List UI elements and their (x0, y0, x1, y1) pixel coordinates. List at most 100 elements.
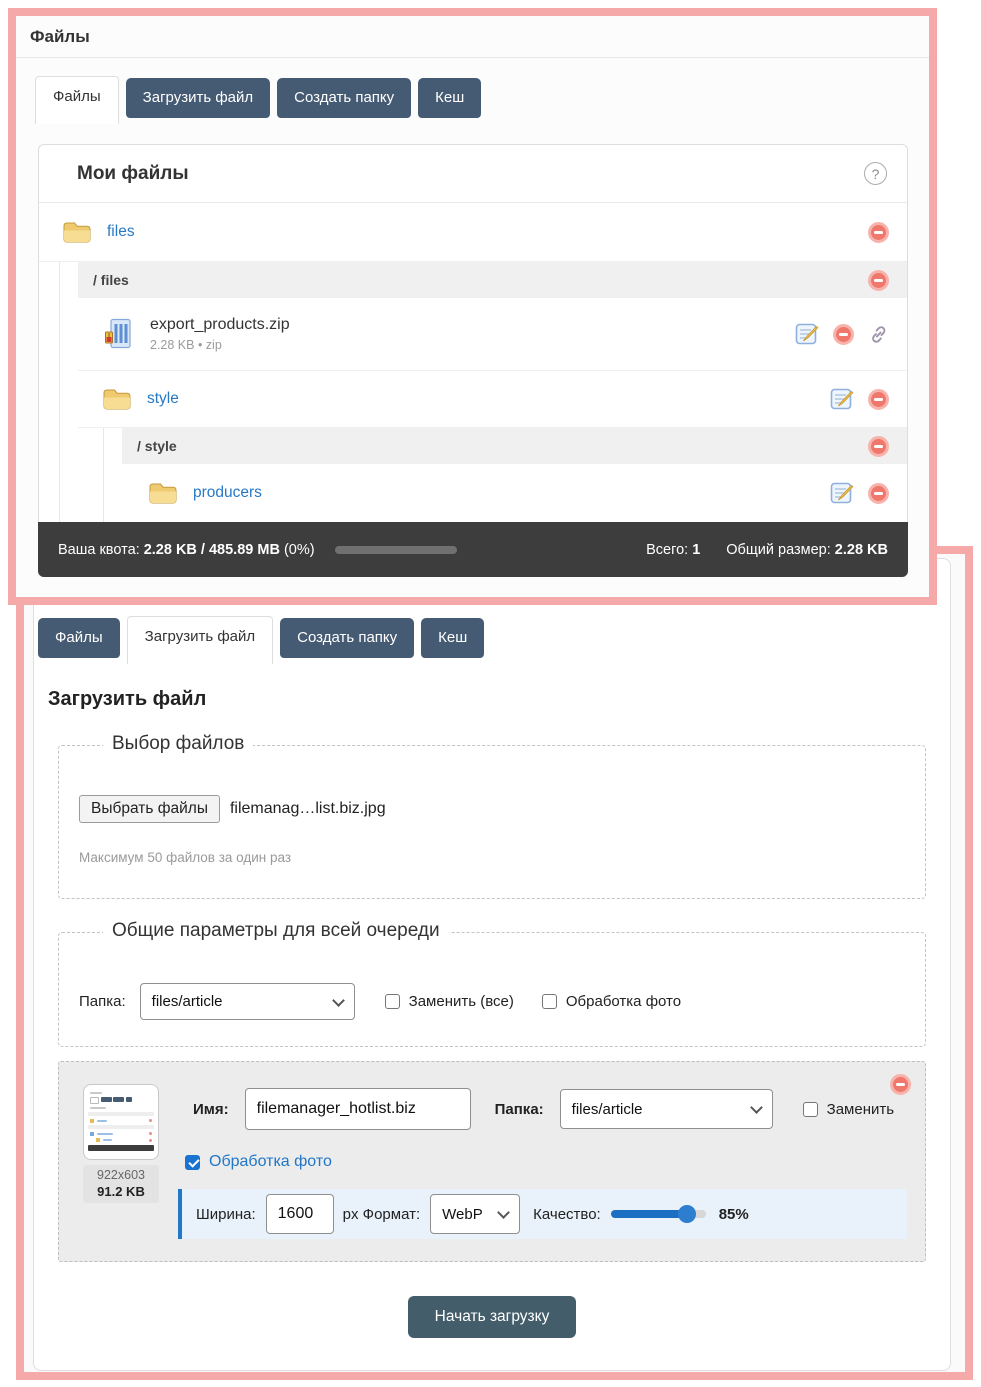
name-input[interactable] (244, 1088, 471, 1130)
tab-cache[interactable]: Кеш (421, 618, 485, 658)
file-row-zip: export_products.zip 2.28 KB • zip (78, 298, 907, 371)
total-size: Общий размер: 2.28 KB (726, 541, 888, 558)
help-icon[interactable]: ? (864, 162, 887, 185)
window-title-bar: Файлы (16, 16, 929, 58)
folder-icon (103, 389, 131, 410)
replace-all-label: Заменить (все) (408, 993, 514, 1010)
item-photo-checkbox[interactable] (185, 1154, 200, 1170)
item-replace-label: Заменить (826, 1100, 895, 1118)
path-bar-style: / style (122, 428, 907, 464)
delete-icon[interactable] (868, 269, 889, 291)
quality-value: 85% (718, 1205, 749, 1223)
name-label: Имя: (193, 1100, 229, 1118)
selected-filename: filemanag…list.biz.jpg (229, 800, 386, 817)
thumbnail-preview (83, 1084, 159, 1160)
edit-icon[interactable] (830, 481, 854, 505)
delete-icon[interactable] (868, 221, 889, 243)
delete-icon[interactable] (833, 323, 854, 345)
folder-row-files: files (39, 203, 907, 262)
item-folder-label: Папка: (494, 1100, 544, 1118)
common-params-legend: Общие параметры для всей очереди (103, 920, 449, 942)
format-select[interactable]: WebP (430, 1194, 521, 1234)
quota-progress (334, 545, 457, 554)
folder-group-files: / files export_products.zip 2.28 KB • zi… (59, 262, 907, 522)
tab-upload-file[interactable]: Загрузить файл (126, 616, 274, 664)
item-photo-label[interactable]: Обработка фото (209, 1153, 332, 1171)
folder-link[interactable]: files (107, 223, 135, 241)
delete-icon[interactable] (868, 435, 889, 457)
item-replace-checkbox[interactable] (802, 1101, 818, 1117)
tab-create-folder[interactable]: Создать папку (280, 618, 415, 658)
file-meta: 2.28 KB • zip (150, 338, 222, 352)
my-files-panel: Мои файлы ? files / files export_product… (38, 144, 908, 577)
file-limit-hint: Максимум 50 файлов за один раз (79, 850, 292, 865)
thumbnail-column: 922x603 91.2 KB (83, 1084, 159, 1203)
image-dimensions: 922x603 (97, 1168, 145, 1182)
photo-processing-checkbox[interactable] (541, 994, 557, 1009)
tab-cache[interactable]: Кеш (418, 78, 482, 118)
photo-processing-label: Обработка фото (565, 993, 682, 1010)
zip-file-icon (105, 318, 131, 349)
chevron-down-icon (497, 1206, 510, 1219)
format-select-value: WebP (442, 1205, 483, 1223)
folder-link[interactable]: producers (193, 484, 262, 502)
choose-files-button[interactable]: Выбрать файлы (79, 795, 220, 823)
file-select-fieldset: Выбор файлов Выбрать файлы filemanag…lis… (58, 733, 926, 899)
common-params-fieldset: Общие параметры для всей очереди Папка: … (58, 920, 926, 1047)
window-title: Файлы (30, 26, 90, 46)
remove-item-icon[interactable] (890, 1074, 911, 1095)
link-icon[interactable] (868, 324, 889, 345)
folder-label: Папка: (79, 993, 126, 1010)
image-size-chip: 922x603 91.2 KB (83, 1165, 159, 1203)
path-label: / files (93, 272, 129, 288)
quota-percent: (0%) (283, 541, 315, 558)
tab-files[interactable]: Файлы (35, 76, 119, 124)
files-tab-bar: Файлы Загрузить файл Создать папку Кеш (35, 76, 929, 124)
folder-link[interactable]: style (147, 390, 179, 408)
upload-queue-item: 922x603 91.2 KB Имя: Папка: files/articl… (58, 1061, 926, 1262)
path-bar-files: / files (78, 262, 907, 298)
chevron-down-icon (749, 1101, 763, 1114)
delete-icon[interactable] (868, 388, 889, 410)
panel-title: Мои файлы (77, 162, 189, 184)
image-filesize: 91.2 KB (97, 1184, 145, 1199)
quota-bar: Ваша квота: 2.28 KB / 485.89 MB (0%) Все… (38, 522, 908, 577)
folder-icon (149, 483, 177, 504)
photo-options-row: Ширина: px Формат: WebP Качество: 85% (178, 1189, 907, 1239)
page-title: Загрузить файл (48, 688, 207, 710)
folder-icon (63, 222, 91, 243)
file-name[interactable]: export_products.zip (150, 316, 290, 334)
quota-value: 2.28 KB / 485.89 MB (143, 541, 280, 558)
quality-slider[interactable] (610, 1205, 706, 1223)
tab-files[interactable]: Файлы (38, 618, 120, 658)
folder-group-style: / style producers (103, 428, 907, 522)
files-section-annotation-frame: Файлы Файлы Загрузить файл Создать папку… (8, 8, 937, 605)
path-label: / style (137, 438, 177, 454)
start-upload-button[interactable]: Начать загрузку (407, 1296, 577, 1338)
upload-section-annotation-frame: Файлы Загрузить файл Создать папку Кеш З… (16, 546, 973, 1380)
edit-icon[interactable] (795, 322, 819, 346)
replace-all-checkbox[interactable] (384, 994, 400, 1009)
item-folder-select[interactable]: files/article (559, 1089, 773, 1129)
folder-row-producers: producers (122, 464, 907, 522)
screenshot-stage: Файлы Загрузить файл Создать папку Кеш З… (0, 0, 981, 1387)
folder-select-value: files/article (151, 993, 223, 1010)
width-input[interactable] (265, 1194, 334, 1234)
quality-label: Качество: (533, 1205, 601, 1223)
tab-upload-file[interactable]: Загрузить файл (125, 78, 271, 118)
slider-thumb[interactable] (677, 1205, 696, 1223)
upload-tab-bar: Файлы Загрузить файл Создать папку Кеш (38, 616, 950, 664)
chevron-down-icon (331, 993, 345, 1007)
upload-panel: Файлы Загрузить файл Создать папку Кеш З… (33, 558, 951, 1371)
tab-create-folder[interactable]: Создать папку (277, 78, 412, 118)
file-select-legend: Выбор файлов (103, 733, 254, 755)
format-label: px Формат: (342, 1205, 421, 1223)
edit-icon[interactable] (830, 387, 854, 411)
quota-label: Ваша квота: (58, 541, 140, 558)
delete-icon[interactable] (868, 482, 889, 504)
folder-row-style: style (78, 371, 907, 428)
item-folder-value: files/article (571, 1100, 643, 1118)
total-count: Всего: 1 (646, 541, 701, 558)
folder-select[interactable]: files/article (139, 983, 355, 1020)
width-label: Ширина: (196, 1205, 256, 1223)
